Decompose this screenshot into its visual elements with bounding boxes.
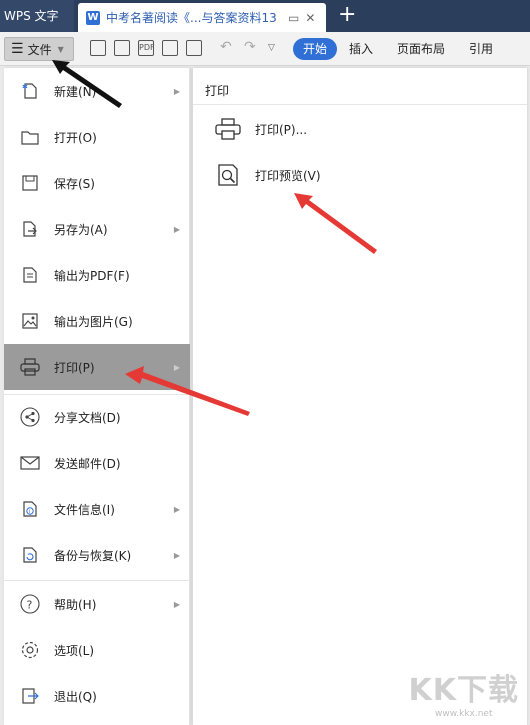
tab-insert[interactable]: 插入 (337, 38, 385, 60)
backup-restore-icon (20, 545, 40, 565)
menu-item-label: 发送邮件(D) (54, 456, 121, 471)
tab-document[interactable]: W 中考名著阅读《...与答案资料13 ▭ ✕ (78, 3, 326, 32)
export-pdf-icon (20, 265, 40, 285)
menu-item-label: 分享文档(D) (54, 410, 121, 425)
redo-icon[interactable]: ↷ (244, 39, 256, 55)
close-tab-icon[interactable]: ✕ (305, 11, 315, 25)
menu-item-label: 新建(N) (54, 84, 97, 99)
submenu-title: 打印 (205, 84, 230, 98)
submenu-arrow-icon: ▶ (173, 86, 180, 96)
menu-item-label: 输出为PDF(F) (54, 268, 130, 283)
watermark-logo: KK下载 www.kkx.net (409, 665, 520, 719)
open-folder-icon (20, 127, 40, 147)
title-tab-bar: WPS 文字 W 中考名著阅读《...与答案资料13 ▭ ✕ + (0, 0, 530, 32)
menu-item-print[interactable]: 打印(P) ▶ (4, 344, 190, 390)
print-submenu: 打印 打印(P)... 打印预览(V) KK下载 www.kkx.net (193, 68, 527, 725)
menu-item-label: 打印(P) (54, 360, 95, 375)
print-icon[interactable] (162, 40, 178, 56)
watermark-url: www.kkx.net (435, 709, 493, 719)
menu-item-save[interactable]: 保存(S) (4, 160, 190, 206)
svg-text:i: i (29, 509, 30, 515)
tab-references[interactable]: 引用 (457, 38, 505, 60)
document-title: 中考名著阅读《...与答案资料13 (106, 11, 277, 25)
menu-item-save-as[interactable]: 另存为(A) ▶ (4, 206, 190, 252)
gear-icon (20, 640, 40, 660)
submenu-arrow-icon: ▶ (173, 362, 180, 372)
submenu-item-label: 打印(P)... (255, 122, 308, 137)
word-doc-icon: W (86, 10, 100, 25)
file-menu-panel: ✱ 新建(N) ▶ 打开(O) 保存(S) 另存为(A) ▶ 输出为PDF(F)… (4, 68, 190, 725)
submenu-item-print[interactable]: 打印(P)... (215, 114, 307, 144)
quick-access-icons: PDF (90, 40, 202, 56)
print-preview-icon[interactable] (186, 40, 202, 56)
new-tab-button[interactable]: + (338, 2, 356, 28)
menu-item-exit[interactable]: 退出(Q) (4, 673, 190, 719)
menu-item-label: 打开(O) (54, 130, 97, 145)
share-icon (20, 407, 40, 427)
chevron-down-icon: ▼ (57, 44, 64, 54)
menu-item-label: 选项(L) (54, 643, 95, 658)
email-icon (20, 453, 40, 473)
menu-item-export-pdf[interactable]: 输出为PDF(F) (4, 252, 190, 298)
menu-item-backup-restore[interactable]: 备份与恢复(K) ▶ (4, 532, 190, 578)
menu-item-share[interactable]: 分享文档(D) (4, 394, 190, 440)
help-icon: ? (20, 594, 40, 614)
submenu-arrow-icon: ▶ (173, 224, 180, 234)
customize-dropdown-icon[interactable]: ▽ (268, 43, 275, 53)
open-folder-icon[interactable] (90, 40, 106, 56)
undo-icon[interactable]: ↶ (220, 39, 232, 55)
menu-item-help[interactable]: ? 帮助(H) ▶ (4, 581, 190, 627)
menu-item-new[interactable]: ✱ 新建(N) ▶ (4, 68, 190, 114)
tab-home[interactable]: 开始 (293, 38, 338, 60)
menu-item-export-image[interactable]: 输出为图片(G) (4, 298, 190, 344)
menu-item-open[interactable]: 打开(O) (4, 114, 190, 160)
menu-item-options[interactable]: 选项(L) (4, 627, 190, 673)
exit-icon (20, 686, 40, 706)
save-as-icon (20, 219, 40, 239)
watermark-brand: KK下载 (408, 673, 519, 708)
toolbar: ☰ 文件 ▼ PDF ↶ ↷ ▽ 开始 插入 页面布局 引用 (0, 32, 530, 66)
file-menu-label: 文件 (27, 42, 52, 57)
menu-item-label: 帮助(H) (54, 597, 97, 612)
submenu-item-label: 打印预览(V) (255, 168, 321, 183)
print-preview-icon (215, 162, 241, 188)
svg-text:?: ? (27, 599, 33, 612)
submenu-arrow-icon: ▶ (173, 599, 180, 609)
hamburger-icon: ☰ (11, 41, 24, 57)
new-document-icon: ✱ (20, 81, 40, 101)
print-icon (215, 116, 241, 142)
save-icon[interactable] (114, 40, 130, 56)
file-info-icon: i (20, 499, 40, 519)
svg-text:✱: ✱ (22, 83, 28, 91)
menu-item-label: 保存(S) (54, 176, 95, 191)
menu-item-label: 退出(Q) (54, 689, 97, 704)
pdf-icon[interactable]: PDF (138, 40, 155, 56)
ribbon-tabs: 开始 插入 页面布局 引用 (293, 38, 505, 60)
file-menu-button[interactable]: ☰ 文件 ▼ (4, 37, 74, 61)
menu-item-send-email[interactable]: 发送邮件(D) (4, 440, 190, 486)
submenu-arrow-icon: ▶ (173, 504, 180, 514)
tab-wps-home[interactable]: WPS 文字 (0, 0, 74, 32)
menu-item-label: 另存为(A) (54, 222, 108, 237)
print-icon (20, 357, 40, 377)
tab-page-layout[interactable]: 页面布局 (385, 38, 457, 60)
menu-item-label: 输出为图片(G) (54, 314, 133, 329)
menu-item-label: 备份与恢复(K) (54, 548, 132, 563)
window-restore-icon[interactable]: ▭ (288, 11, 299, 25)
submenu-arrow-icon: ▶ (173, 550, 180, 560)
submenu-item-print-preview[interactable]: 打印预览(V) (215, 160, 321, 190)
save-icon (20, 173, 40, 193)
export-image-icon (20, 311, 40, 331)
menu-item-file-info[interactable]: i 文件信息(I) ▶ (4, 486, 190, 532)
submenu-divider (193, 104, 527, 105)
menu-item-label: 文件信息(I) (54, 502, 115, 517)
